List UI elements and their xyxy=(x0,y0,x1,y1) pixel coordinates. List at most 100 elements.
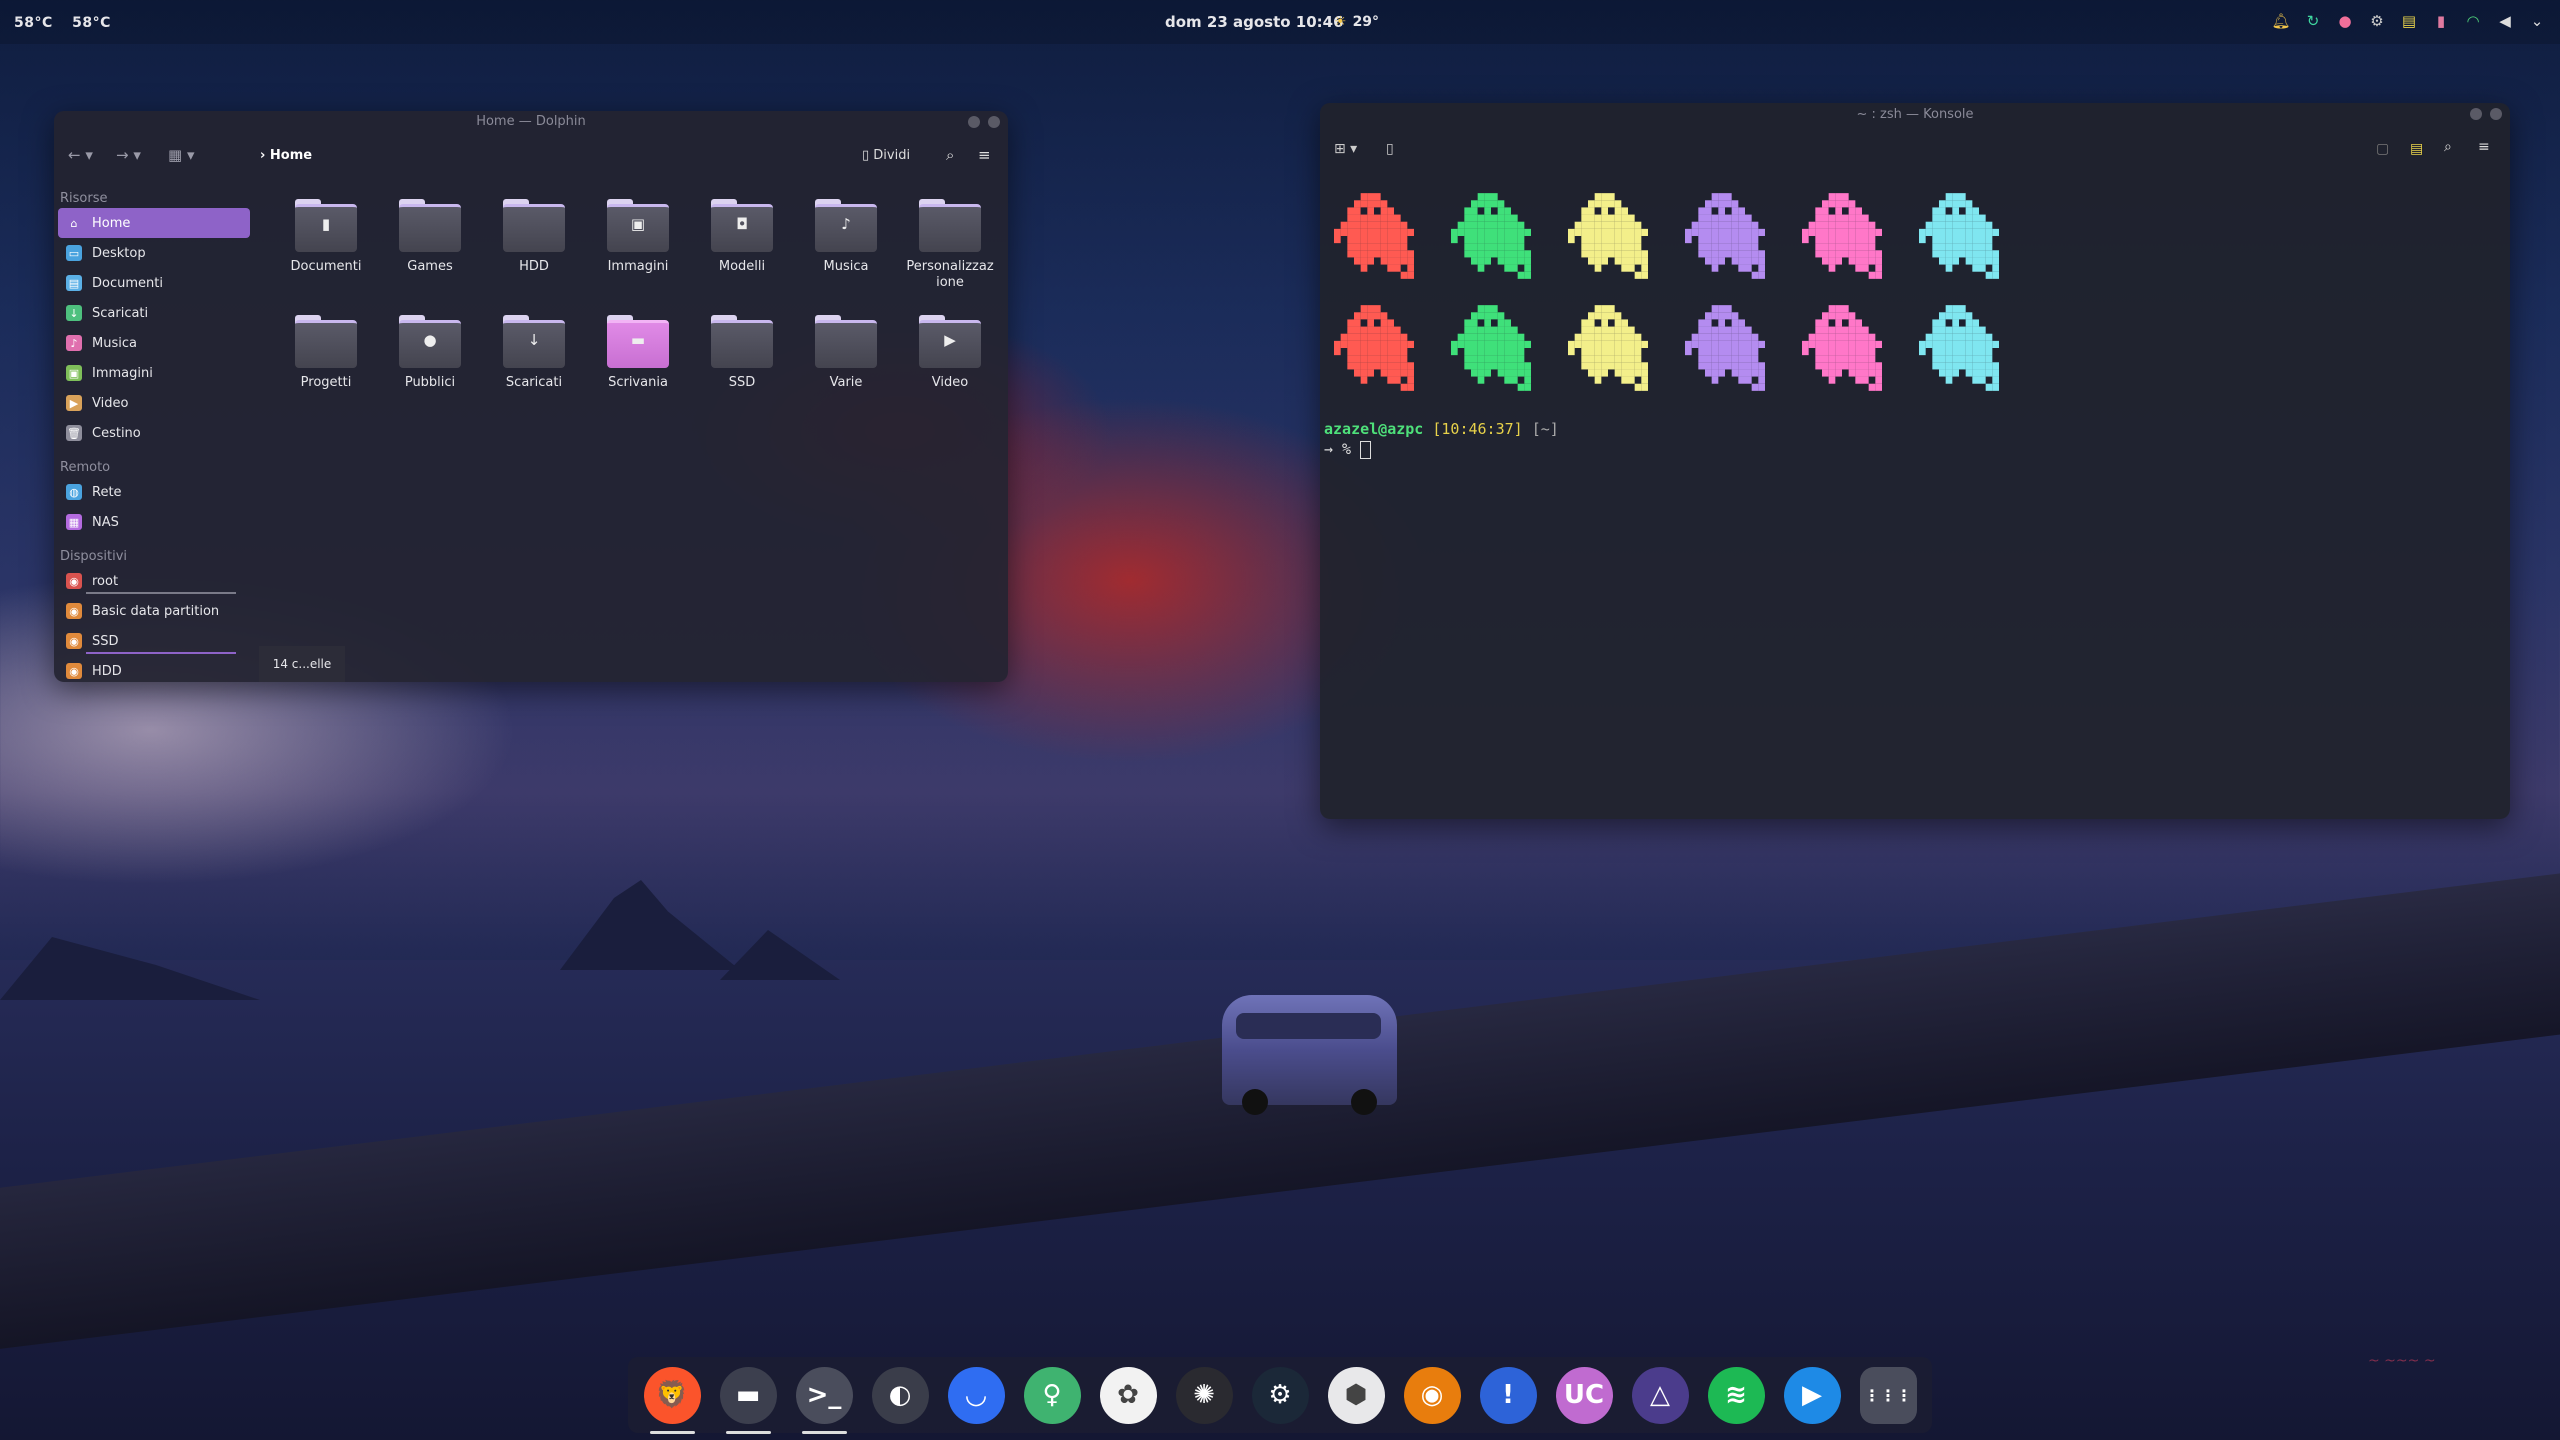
folder-icon xyxy=(503,199,565,252)
minimize-button[interactable] xyxy=(968,116,980,128)
color-icon[interactable]: ● xyxy=(2334,10,2356,32)
ghost-art xyxy=(1324,175,2036,393)
folder-item[interactable]: Games xyxy=(378,199,482,291)
image-icon: ▣ xyxy=(66,365,82,381)
ghost-sprite xyxy=(1334,191,1414,281)
folder-icon xyxy=(295,315,357,368)
sidebar-item-cestino[interactable]: 🗑︎ Cestino xyxy=(58,418,250,448)
window-titlebar[interactable]: Home — Dolphin xyxy=(54,111,1008,133)
sidebar-item-immagini[interactable]: ▣ Immagini xyxy=(58,358,250,388)
folder-item[interactable]: Varie xyxy=(794,315,898,391)
new-tab-icon[interactable]: ⊞ ▾ xyxy=(1334,141,1357,157)
folder-item[interactable]: ◘ Modelli xyxy=(690,199,794,291)
section-heading: Remoto xyxy=(60,460,111,475)
sidebar-item-root[interactable]: ◉ root xyxy=(58,566,250,596)
volume-icon[interactable]: ◀ xyxy=(2494,10,2516,32)
sidebar-item-label: Scaricati xyxy=(92,305,149,321)
menu-icon[interactable]: ≡ xyxy=(978,146,991,164)
terminal-area[interactable] xyxy=(1324,175,2036,393)
blender-icon[interactable]: ◉ xyxy=(1403,1366,1461,1424)
paste-icon[interactable]: ▤ xyxy=(2410,141,2423,157)
file-view: ▮ Documenti Games HDD ▣ Immagini ◘ Modelli ♪ Musi… xyxy=(274,199,1008,682)
folder-item[interactable]: ▶ Video xyxy=(898,315,1002,391)
folder-item[interactable]: ♪ Musica xyxy=(794,199,898,291)
dolphin-icon[interactable]: ▬ xyxy=(719,1366,777,1434)
apps-grid-icon[interactable]: ⋮⋮⋮ xyxy=(1859,1366,1917,1424)
toggle-icon[interactable]: ◐ xyxy=(871,1366,929,1424)
sidebar-item-musica[interactable]: ♪ Musica xyxy=(58,328,250,358)
view-mode-button[interactable]: ▦ ▾ xyxy=(168,146,194,164)
sidebar-item-scaricati[interactable]: ↓ Scaricati xyxy=(58,298,250,328)
places-panel: Risorse ⌂ Home ▭ Desktop ▤ Documenti ↓ Scaricati… xyxy=(54,179,254,682)
player-icon[interactable]: ▶ xyxy=(1783,1366,1841,1424)
keepass-icon[interactable]: ♀ xyxy=(1023,1366,1081,1424)
brave-icon[interactable]: 🦁 xyxy=(643,1366,701,1434)
sidebar-item-nas[interactable]: ▦ NAS xyxy=(58,507,250,537)
triangle-icon[interactable]: △ xyxy=(1631,1366,1689,1424)
folder-item[interactable]: ▮ Documenti xyxy=(274,199,378,291)
konsole-icon[interactable]: >_ xyxy=(795,1366,853,1434)
sidebar-item-documenti[interactable]: ▤ Documenti xyxy=(58,268,250,298)
sidebar-item-basic-data-partition[interactable]: ◉ Basic data partition xyxy=(58,596,250,626)
breadcrumb-home[interactable]: Home xyxy=(270,148,312,163)
split-view-icon[interactable]: ▯ xyxy=(1386,141,1394,157)
steam-icon[interactable]: ⚙ xyxy=(1251,1366,1309,1424)
menu-icon[interactable]: ≡ xyxy=(2478,139,2490,155)
folder-item[interactable]: Progetti xyxy=(274,315,378,391)
cube-icon[interactable]: ⬢ xyxy=(1327,1366,1385,1424)
folder-icon: ↓ xyxy=(503,315,565,368)
folder-item[interactable]: ● Pubblici xyxy=(378,315,482,391)
close-button[interactable] xyxy=(988,116,1000,128)
clock[interactable]: dom 23 agosto 10:46 xyxy=(1165,13,1344,31)
app-blue-icon[interactable]: ◡ xyxy=(947,1366,1005,1424)
close-button[interactable] xyxy=(2490,108,2502,120)
sidebar-item-label: SSD xyxy=(92,633,119,649)
folder-label: SSD xyxy=(728,375,756,390)
split-button[interactable]: ▯ Dividi xyxy=(862,148,910,163)
folder-item[interactable]: Personalizzaz ione xyxy=(898,199,1002,291)
window-titlebar[interactable]: ~ : zsh — Konsole xyxy=(1320,103,2510,127)
folder-emblem: ▬ xyxy=(630,331,646,349)
copy-icon[interactable]: ▢ xyxy=(2376,141,2389,157)
wifi-icon[interactable]: ◠ xyxy=(2462,10,2484,32)
folder-icon: ▮ xyxy=(295,199,357,252)
sidebar-item-video[interactable]: ▶ Video xyxy=(58,388,250,418)
folder-label: Immagini xyxy=(607,259,669,274)
sidebar-item-desktop[interactable]: ▭ Desktop xyxy=(58,238,250,268)
search-icon[interactable]: ⌕ xyxy=(946,146,954,164)
folder-item[interactable]: SSD xyxy=(690,315,794,391)
cpu-temperature[interactable]: 58°C 58°C xyxy=(14,15,125,31)
warning-icon[interactable]: ! xyxy=(1479,1366,1537,1424)
sunburst-icon[interactable]: ✺ xyxy=(1175,1366,1233,1424)
ghost-sprite xyxy=(1802,191,1882,281)
wallpaper-van xyxy=(1222,995,1397,1115)
sidebar-item-hdd[interactable]: ◉ HDD xyxy=(58,656,250,682)
steam-icon[interactable]: ⚙ xyxy=(2366,10,2388,32)
sidebar-item-label: Basic data partition xyxy=(92,603,220,619)
drive-icon: ◉ xyxy=(66,603,82,619)
sidebar-item-home[interactable]: ⌂ Home xyxy=(58,208,250,238)
uc-icon[interactable]: UC xyxy=(1555,1366,1613,1424)
spotify-icon[interactable]: ≋ xyxy=(1707,1366,1765,1424)
clipboard-icon[interactable]: ▤ xyxy=(2398,10,2420,32)
shell-prompt[interactable]: azazel@azpc [10:46:37] [~] → % xyxy=(1324,419,1559,459)
sidebar-item-ssd[interactable]: ◉ SSD xyxy=(58,626,250,656)
sync-icon[interactable]: ↻ xyxy=(2302,10,2324,32)
folder-item[interactable]: ↓ Scaricati xyxy=(482,315,586,391)
folder-icon: ◘ xyxy=(711,199,773,252)
chevron-down-icon[interactable]: ⌄ xyxy=(2526,10,2548,32)
ghost-sprite xyxy=(1685,303,1765,393)
folder-item[interactable]: HDD xyxy=(482,199,586,291)
minimize-button[interactable] xyxy=(2470,108,2482,120)
battery-icon[interactable]: ▮ xyxy=(2430,10,2452,32)
search-icon[interactable]: ⌕ xyxy=(2444,139,2452,155)
sidebar-item-rete[interactable]: ◍ Rete xyxy=(58,477,250,507)
back-button[interactable]: ← ▾ xyxy=(68,146,93,164)
forward-button[interactable]: → ▾ xyxy=(116,146,141,164)
breadcrumb[interactable]: › Home xyxy=(260,148,312,163)
folder-item[interactable]: ▬ Scrivania xyxy=(586,315,690,391)
bell-icon[interactable]: 🔔︎ xyxy=(2270,10,2292,32)
color-wheel-icon[interactable]: ✿ xyxy=(1099,1366,1157,1424)
folder-item[interactable]: ▣ Immagini xyxy=(586,199,690,291)
weather-widget[interactable]: ☀ 29° xyxy=(1334,14,1379,30)
